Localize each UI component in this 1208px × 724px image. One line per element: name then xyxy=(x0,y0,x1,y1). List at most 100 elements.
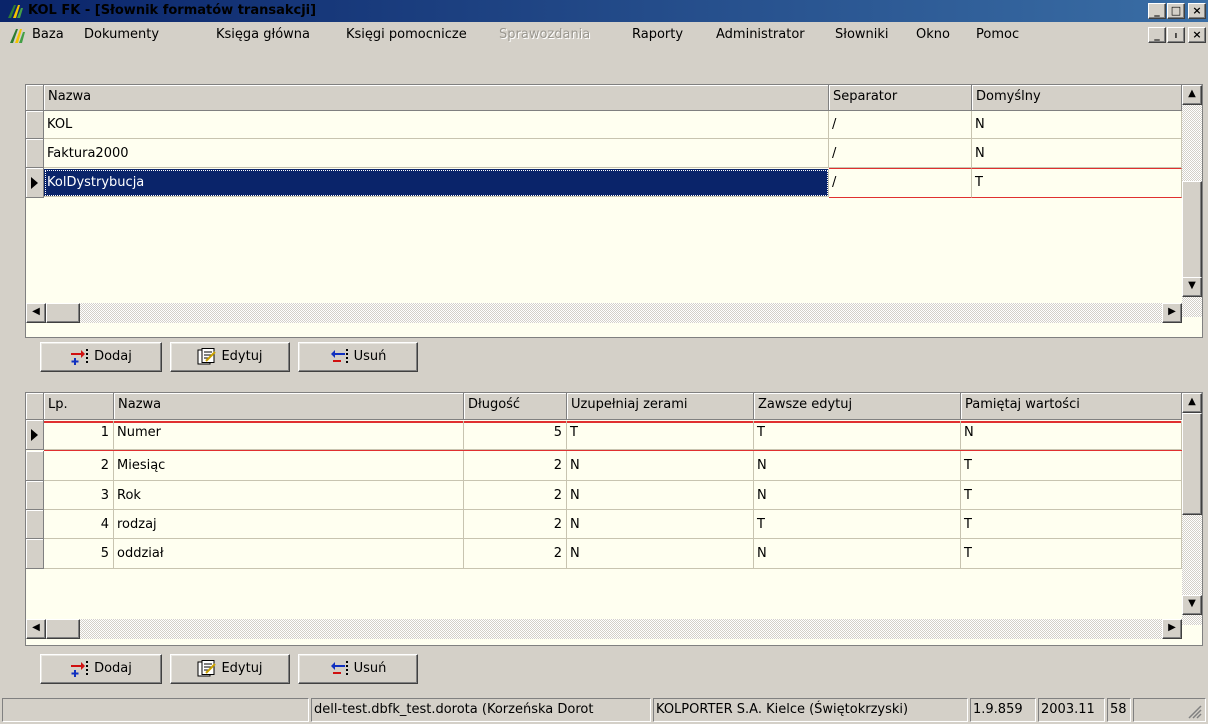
maximize-button[interactable]: □ xyxy=(1167,3,1185,19)
menu-raporty[interactable]: Raporty xyxy=(632,26,683,44)
column-header-domyslny[interactable]: Domyślny xyxy=(972,85,1182,111)
menu-ksiega-glowna[interactable]: Księga główna xyxy=(216,26,310,44)
table-cell-remember-value[interactable]: T xyxy=(961,539,1182,569)
table-cell-name[interactable]: rodzaj xyxy=(114,510,464,539)
close-button[interactable]: × xyxy=(1188,3,1206,19)
remove-format-button[interactable]: Usuń xyxy=(298,342,418,372)
scroll-up-button[interactable]: ▲ xyxy=(1182,393,1202,413)
table-cell-remember-value[interactable]: T xyxy=(961,451,1182,481)
scroll-left-button[interactable]: ◀ xyxy=(26,303,46,323)
menu-administrator[interactable]: Administrator xyxy=(716,26,805,44)
add-field-button[interactable]: Dodaj xyxy=(40,654,162,684)
edit-document-icon xyxy=(197,660,217,677)
formats-grid[interactable]: Nazwa Separator Domyślny KOL / N Faktura… xyxy=(25,84,1203,338)
column-header-lp[interactable]: Lp. xyxy=(44,393,114,420)
column-header-nazwa[interactable]: Nazwa xyxy=(114,393,464,420)
minimize-button[interactable]: _ xyxy=(1148,3,1166,19)
fields-hscrollbar[interactable] xyxy=(26,619,1182,639)
row-indicator[interactable] xyxy=(26,139,44,168)
current-row-indicator[interactable] xyxy=(26,168,44,198)
table-cell-zero-fill[interactable]: N xyxy=(567,539,754,569)
menu-slowniki[interactable]: Słowniki xyxy=(835,26,889,44)
table-cell-always-edit[interactable]: N xyxy=(754,481,961,510)
edit-field-button-label: Edytuj xyxy=(221,661,263,676)
row-indicator[interactable] xyxy=(26,451,44,481)
table-cell-name[interactable]: oddział xyxy=(114,539,464,569)
table-cell-always-edit[interactable]: N xyxy=(754,539,961,569)
table-cell-lp[interactable]: 5 xyxy=(44,539,114,569)
table-cell-zero-fill[interactable]: N xyxy=(567,510,754,539)
table-cell-lp[interactable]: 1 xyxy=(44,421,114,450)
document-logo-icon[interactable] xyxy=(8,26,26,44)
edit-format-button[interactable]: Edytuj xyxy=(170,342,290,372)
table-cell-zero-fill[interactable]: N xyxy=(567,451,754,481)
scroll-down-button[interactable]: ▼ xyxy=(1182,277,1202,297)
mdi-minimize-button[interactable]: _ xyxy=(1148,27,1166,43)
formats-hscrollbar[interactable] xyxy=(26,303,1182,323)
table-cell-name[interactable]: Miesiąc xyxy=(114,451,464,481)
table-cell-always-edit[interactable]: N xyxy=(754,451,961,481)
table-cell-remember-value[interactable]: T xyxy=(961,481,1182,510)
mdi-close-button[interactable]: × xyxy=(1188,27,1206,43)
menu-ksiegi-pomocnicze[interactable]: Księgi pomocnicze xyxy=(346,26,467,44)
column-header-uzupelniaj-zerami[interactable]: Uzupełniaj zerami xyxy=(567,393,754,420)
table-cell-lp[interactable]: 4 xyxy=(44,510,114,539)
remove-field-button[interactable]: Usuń xyxy=(298,654,418,684)
table-row-name-selected[interactable]: KolDystrybucja xyxy=(44,169,829,197)
scroll-thumb[interactable] xyxy=(1182,413,1202,515)
table-row-name[interactable]: KOL xyxy=(44,111,829,139)
header-indicator xyxy=(26,393,44,420)
column-header-dlugosc[interactable]: Długość xyxy=(464,393,567,420)
table-cell-name[interactable]: Rok xyxy=(114,481,464,510)
hscroll-thumb[interactable] xyxy=(46,303,80,323)
add-format-button-label: Dodaj xyxy=(94,349,132,364)
table-row-name[interactable]: Faktura2000 xyxy=(44,139,829,168)
scroll-right-button[interactable]: ▶ xyxy=(1162,303,1182,323)
current-row-indicator[interactable] xyxy=(26,420,44,450)
column-header-pamietaj-wartosci[interactable]: Pamiętaj wartości xyxy=(961,393,1182,420)
table-row-separator[interactable]: / xyxy=(829,168,972,198)
resize-grip-icon[interactable] xyxy=(1183,700,1203,720)
menu-dokumenty[interactable]: Dokumenty xyxy=(84,26,159,44)
row-indicator[interactable] xyxy=(26,111,44,139)
menu-baza[interactable]: Baza xyxy=(32,26,64,44)
table-cell-always-edit[interactable]: T xyxy=(754,510,961,539)
table-row-separator[interactable]: / xyxy=(829,139,972,168)
scroll-thumb[interactable] xyxy=(1182,181,1202,279)
table-cell-length[interactable]: 2 xyxy=(464,451,567,481)
row-indicator[interactable] xyxy=(26,510,44,539)
add-format-button[interactable]: Dodaj xyxy=(40,342,162,372)
column-header-zawsze-edytuj[interactable]: Zawsze edytuj xyxy=(754,393,961,420)
table-cell-length[interactable]: 5 xyxy=(464,421,567,450)
table-cell-remember-value[interactable]: T xyxy=(961,510,1182,539)
table-row-default[interactable]: N xyxy=(972,139,1182,168)
scroll-down-button[interactable]: ▼ xyxy=(1182,595,1202,615)
table-cell-lp[interactable]: 2 xyxy=(44,451,114,481)
hscroll-thumb[interactable] xyxy=(46,619,80,639)
table-cell-name[interactable]: Numer xyxy=(114,421,464,450)
table-row-separator[interactable]: / xyxy=(829,111,972,139)
edit-field-button[interactable]: Edytuj xyxy=(170,654,290,684)
mdi-restore-button[interactable]: ₗ xyxy=(1167,27,1185,43)
table-cell-zero-fill[interactable]: N xyxy=(567,481,754,510)
column-header-nazwa[interactable]: Nazwa xyxy=(44,85,829,111)
fields-grid[interactable]: Lp. Nazwa Długość Uzupełniaj zerami Zaws… xyxy=(25,392,1203,646)
status-panel-grip xyxy=(1133,698,1206,722)
menu-okno[interactable]: Okno xyxy=(916,26,950,44)
table-cell-length[interactable]: 2 xyxy=(464,510,567,539)
table-cell-length[interactable]: 2 xyxy=(464,481,567,510)
table-cell-zero-fill[interactable]: T xyxy=(567,421,754,450)
scroll-up-button[interactable]: ▲ xyxy=(1182,85,1202,105)
table-cell-length[interactable]: 2 xyxy=(464,539,567,569)
table-cell-lp[interactable]: 3 xyxy=(44,481,114,510)
column-header-separator[interactable]: Separator xyxy=(829,85,972,111)
row-indicator[interactable] xyxy=(26,481,44,510)
scroll-right-button[interactable]: ▶ xyxy=(1162,619,1182,639)
table-cell-always-edit[interactable]: T xyxy=(754,421,961,450)
table-row-default[interactable]: T xyxy=(972,168,1182,198)
row-indicator[interactable] xyxy=(26,539,44,569)
table-cell-remember-value[interactable]: N xyxy=(961,421,1182,450)
table-row-default[interactable]: N xyxy=(972,111,1182,139)
scroll-left-button[interactable]: ◀ xyxy=(26,619,46,639)
menu-pomoc[interactable]: Pomoc xyxy=(976,26,1019,44)
